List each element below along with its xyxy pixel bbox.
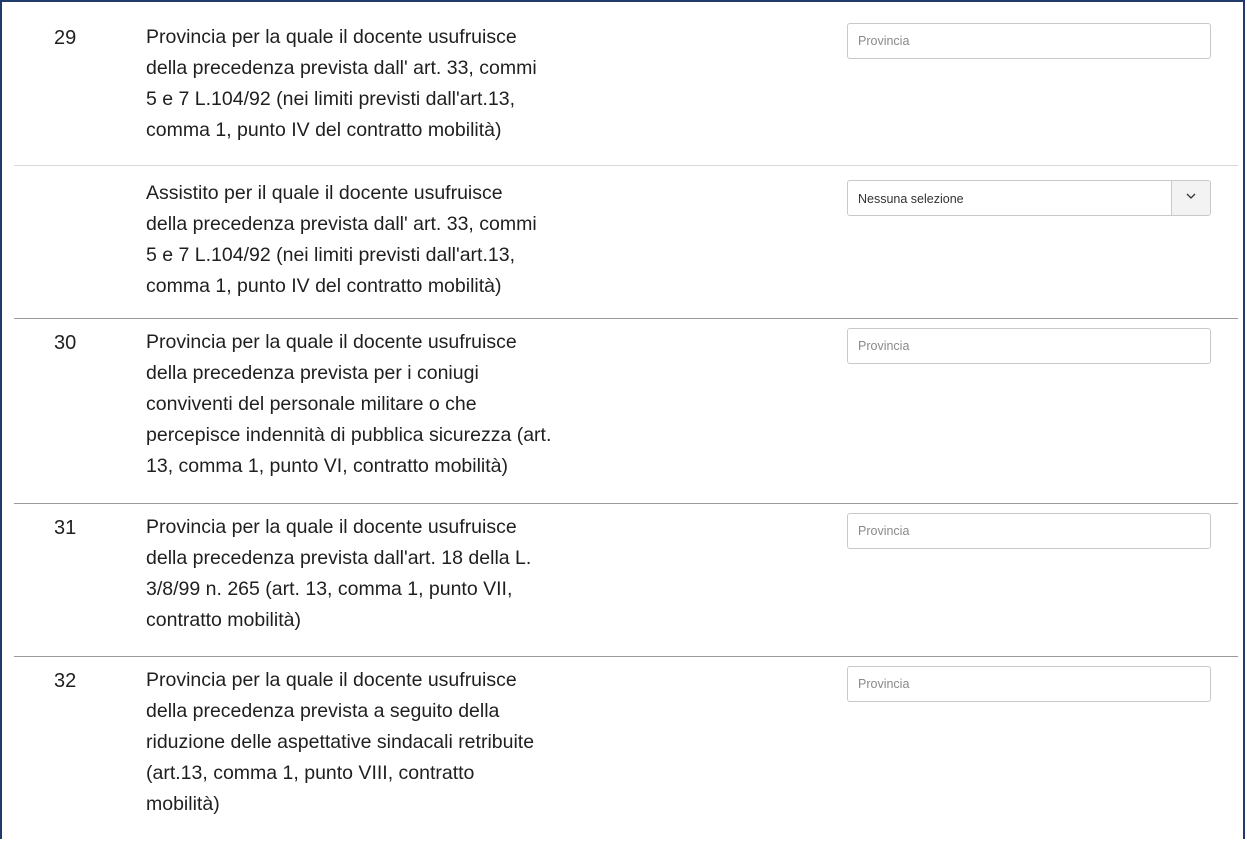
- form-row-32: 32 Provincia per la quale il docente usu…: [14, 657, 1238, 841]
- description-line: 3/8/99 n. 265 (art. 13, comma 1, punto V…: [146, 578, 513, 600]
- description-line: della precedenza prevista dall'art. 18 d…: [146, 547, 532, 569]
- description-line: della precedenza prevista dall' art. 33,…: [146, 57, 537, 79]
- description-line: della precedenza prevista a seguito dell…: [146, 700, 500, 722]
- description-line: 5 e 7 L.104/92 (nei limiti previsti dall…: [146, 244, 515, 266]
- assistito-select[interactable]: Nessuna selezione: [847, 180, 1211, 216]
- row-description: Assistito per il quale il docente usufru…: [146, 178, 616, 302]
- description-line: comma 1, punto IV del contratto mobilità…: [146, 119, 502, 141]
- form-row-29: 29 Provincia per la quale il docente usu…: [14, 2, 1238, 166]
- row-description: Provincia per la quale il docente usufru…: [146, 512, 616, 636]
- row-number: 32: [54, 670, 77, 692]
- provincia-input-31[interactable]: [847, 513, 1211, 549]
- row-description: Provincia per la quale il docente usufru…: [146, 22, 616, 146]
- description-line: Provincia per la quale il docente usufru…: [146, 26, 517, 48]
- select-toggle-button[interactable]: [1171, 181, 1210, 215]
- form-row-31: 31 Provincia per la quale il docente usu…: [14, 504, 1238, 657]
- description-line: conviventi del personale militare o che: [146, 393, 477, 415]
- row-description: Provincia per la quale il docente usufru…: [146, 327, 616, 482]
- description-line: Assistito per il quale il docente usufru…: [146, 182, 503, 204]
- description-line: Provincia per la quale il docente usufru…: [146, 331, 517, 353]
- description-line: Provincia per la quale il docente usufru…: [146, 516, 517, 538]
- description-line: contratto mobilità): [146, 609, 301, 631]
- description-line: 5 e 7 L.104/92 (nei limiti previsti dall…: [146, 88, 515, 110]
- description-line: 13, comma 1, punto VI, contratto mobilit…: [146, 455, 509, 477]
- form-row-assistito: Assistito per il quale il docente usufru…: [14, 166, 1238, 319]
- description-line: riduzione delle aspettative sindacali re…: [146, 731, 535, 753]
- select-value: Nessuna selezione: [858, 192, 964, 206]
- description-line: Provincia per la quale il docente usufru…: [146, 669, 517, 691]
- provincia-input-30[interactable]: [847, 328, 1211, 364]
- description-line: della precedenza prevista dall' art. 33,…: [146, 213, 537, 235]
- form-row-30: 30 Provincia per la quale il docente usu…: [14, 319, 1238, 504]
- row-description: Provincia per la quale il docente usufru…: [146, 665, 616, 820]
- row-number: 30: [54, 332, 77, 354]
- description-line: comma 1, punto IV del contratto mobilità…: [146, 275, 502, 297]
- description-line: percepisce indennità di pubblica sicurez…: [146, 424, 552, 446]
- description-line: della precedenza prevista per i coniugi: [146, 362, 479, 384]
- chevron-down-icon: [1186, 193, 1196, 199]
- description-line: (art.13, comma 1, punto VIII, contratto: [146, 762, 475, 784]
- row-number: 29: [54, 27, 77, 49]
- description-line: mobilità): [146, 793, 220, 815]
- provincia-input-32[interactable]: [847, 666, 1211, 702]
- provincia-input-29[interactable]: [847, 23, 1211, 59]
- row-number: 31: [54, 517, 77, 539]
- form-panel: 29 Provincia per la quale il docente usu…: [0, 0, 1245, 839]
